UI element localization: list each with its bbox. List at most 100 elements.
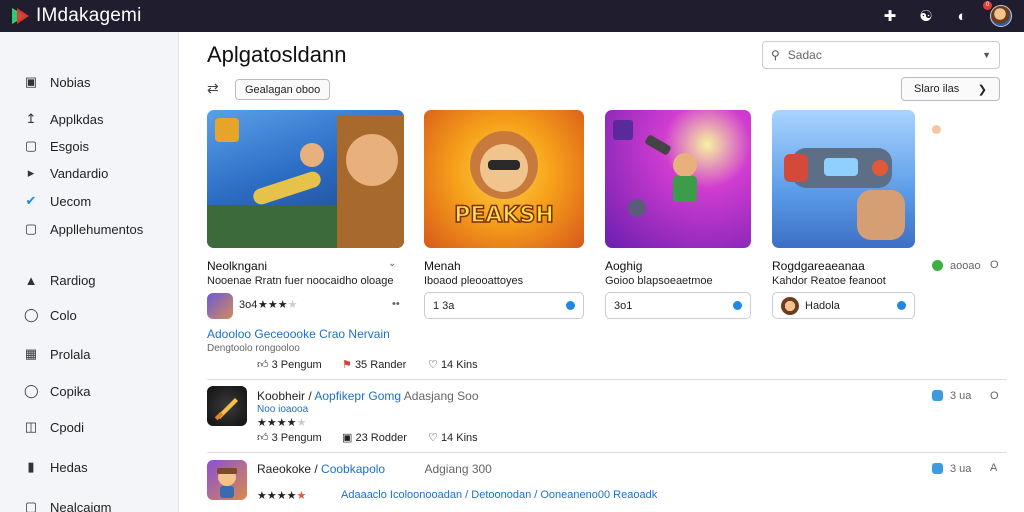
chevron-down-icon[interactable]: ⌄: [388, 258, 396, 269]
app-thumbnail[interactable]: [207, 293, 233, 319]
upload-icon: ↥: [25, 111, 37, 126]
card-title[interactable]: Rogdgareaeanaa: [772, 259, 865, 273]
grid-icon: ▦: [24, 346, 38, 361]
card-value: 3o1: [614, 299, 633, 312]
sidebar-item-hedas[interactable]: ▮ Hedas: [24, 459, 87, 475]
more-icon[interactable]: ••: [392, 298, 400, 310]
info-icon: [897, 301, 906, 310]
sidebar-item-rardiog[interactable]: ▲ Rardiog: [24, 273, 96, 288]
card-title[interactable]: Menah: [424, 259, 461, 273]
side-label: aooao: [950, 260, 981, 272]
promo-link[interactable]: Adooloo Geceoooke Crao Nervain: [207, 327, 390, 341]
filter-chip[interactable]: Gealagan oboo: [235, 79, 331, 100]
card-title[interactable]: Aoghig: [605, 259, 642, 273]
divider: [207, 452, 1007, 453]
sidebar-item-copika[interactable]: ◯ Copika: [24, 383, 90, 399]
app-thumbnail[interactable]: [207, 386, 247, 426]
card-subtitle: Kahdor Reatoe feanoot: [772, 275, 886, 287]
bell-icon[interactable]: ☯: [918, 7, 934, 25]
sidebar-item-applkdas[interactable]: ↥ Applkdas: [24, 111, 104, 127]
info-icon: [733, 301, 742, 310]
card-subtitle: Nooenae Rratn fuer noocaidho oloage: [207, 275, 394, 287]
circle-icon: ◯: [24, 307, 39, 322]
square-icon: ▢: [24, 138, 38, 153]
card-title[interactable]: Neolkngani: [207, 259, 267, 273]
character-icon: [217, 468, 237, 498]
card-field[interactable]: Hadola: [772, 292, 915, 319]
square-icon: ▣: [24, 74, 38, 89]
sidebar-item-prolala[interactable]: ▦ Prolala: [24, 346, 91, 362]
sidebar-item-appllehumentos[interactable]: ▢ Appllehumentos: [24, 221, 143, 237]
sidebar-item-label: Nobias: [50, 74, 91, 90]
game-art: PEAKSH: [454, 131, 554, 229]
game-card-image[interactable]: PEAKSH: [424, 110, 584, 248]
sidebar-item-label: Colo: [50, 307, 77, 323]
share-icon[interactable]: ⇄: [207, 80, 219, 97]
shield-icon: ✔: [25, 193, 37, 208]
side-value[interactable]: A: [990, 462, 997, 474]
sort-button[interactable]: Slaro ilas ❯: [901, 77, 1000, 101]
side-value[interactable]: O: [990, 390, 999, 402]
tag-icon: ▸: [27, 165, 35, 180]
card-field[interactable]: 3o1: [605, 292, 751, 319]
circle-icon: ◯: [24, 383, 39, 398]
heart-icon: ♡: [428, 432, 438, 444]
square-icon: ▢: [24, 221, 38, 236]
search-input[interactable]: ⚲ Sadac ▼: [762, 41, 1000, 69]
rating-stars: ★★★★★: [257, 417, 307, 429]
stat-favorites[interactable]: ♡ 14 Kins: [428, 431, 478, 444]
sidebar-item-cpodi[interactable]: ◫ Cpodi: [24, 419, 84, 435]
search-icon: ⚲: [771, 48, 780, 62]
sidebar-item-label: Cpodi: [50, 419, 84, 435]
sidebar-item-label: Nealcaigm: [50, 499, 112, 512]
card-value: Hadola: [805, 299, 840, 312]
stat-likes[interactable]: 👍︎ 3 Pengum: [257, 358, 322, 371]
card-value: 3o4: [239, 299, 258, 311]
sidebar-item-label: Rardiog: [50, 273, 96, 288]
card-value: 1 3a: [433, 299, 455, 312]
comment-icon: ▣: [342, 432, 353, 444]
thumb-up-icon: 👍︎: [257, 359, 269, 371]
avatar[interactable]: 0: [983, 1, 1012, 27]
sidebar-item-nealcaigm[interactable]: ▢ Nealcaigm: [24, 499, 112, 512]
heart-icon: ♡: [428, 359, 438, 371]
side-value[interactable]: O: [990, 259, 999, 271]
status-badge: [932, 390, 943, 401]
app-thumbnail[interactable]: [207, 460, 247, 500]
sidebar-item-nobias[interactable]: ▣ Nobias: [24, 74, 91, 90]
rating-stars: ★★★★★: [257, 490, 307, 502]
status-badge: [932, 260, 943, 271]
list-item-title[interactable]: Koobheir / Aopfikepr Gomg Adasjang Soo: [257, 389, 479, 403]
game-card-image[interactable]: [605, 110, 751, 248]
stat-favorites[interactable]: ♡ 14 Kins: [428, 358, 478, 371]
contrast-icon[interactable]: ◐: [954, 8, 970, 25]
game-art: [207, 115, 404, 248]
stat-reports[interactable]: ▣ 23 Rodder: [342, 431, 407, 444]
side-label: 3 ua: [950, 463, 972, 475]
app-title: IMdakagemi: [36, 5, 142, 26]
stat-reports[interactable]: ⚑ 35 Rander: [342, 358, 406, 371]
game-art: [613, 120, 697, 217]
upload-icon: ▲: [24, 273, 38, 288]
card-subtitle: Goioo blapsoeaetmoe: [605, 275, 713, 287]
search-placeholder: Sadac: [787, 48, 822, 62]
sidebar-item-label: Esgois: [50, 138, 90, 154]
chevron-down-icon[interactable]: ▼: [982, 50, 991, 60]
game-card-image[interactable]: [207, 110, 404, 248]
flag-icon: ⚑: [342, 359, 352, 371]
sidebar-item-uecom[interactable]: ✔ Uecom: [24, 193, 92, 209]
sidebar-item-colo[interactable]: ◯ Colo: [24, 307, 77, 323]
list-item-subtitle: Noo ioaooa: [257, 404, 309, 415]
game-card-image[interactable]: [772, 110, 915, 248]
sidebar-item-esgois[interactable]: ▢ Esgois: [24, 138, 89, 154]
person-add-icon[interactable]: ✚: [882, 7, 898, 25]
info-icon: [566, 301, 575, 310]
card-field[interactable]: 1 3a: [424, 292, 584, 319]
sidebar-item-vandardio[interactable]: ▸ Vandardio: [24, 165, 109, 181]
list-item-title[interactable]: Raeokoke / Coobkapolo Adgiang 300: [257, 462, 492, 476]
game-art: [784, 148, 905, 240]
stat-likes[interactable]: 👍︎ 3 Pengum: [257, 431, 322, 444]
square-icon: ▢: [24, 499, 38, 512]
status-dot: [932, 125, 941, 134]
chevron-right-icon: ❯: [977, 83, 987, 96]
